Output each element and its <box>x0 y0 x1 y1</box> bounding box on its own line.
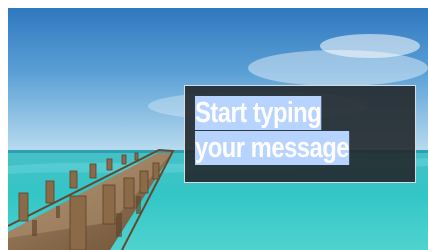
placeholder-line-1: Start typing <box>195 96 322 130</box>
image-canvas: Start typing your message <box>8 8 428 250</box>
placeholder-line-2: your message <box>195 131 350 165</box>
message-input[interactable]: Start typing your message <box>184 85 416 183</box>
